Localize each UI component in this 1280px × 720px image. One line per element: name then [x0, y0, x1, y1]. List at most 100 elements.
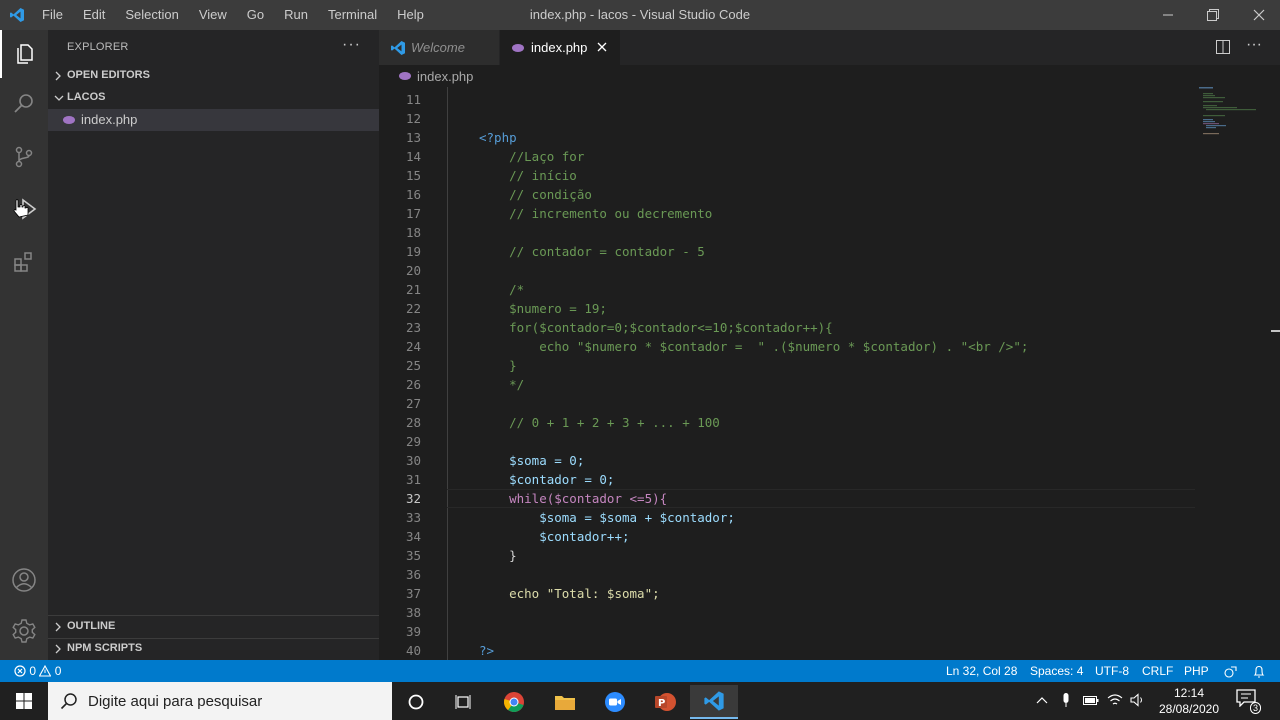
breadcrumb-file[interactable]: index.php — [417, 69, 473, 84]
taskbar-clock[interactable]: 12:14 28/08/2020 — [1150, 685, 1228, 717]
code-editor[interactable]: 11 12 13 <?php 14 //Laço for 15 // início… — [379, 87, 1280, 660]
close-window-button[interactable] — [1236, 0, 1280, 30]
accounts-button[interactable] — [0, 556, 48, 604]
npm-scripts-section[interactable]: NPM SCRIPTS — [48, 638, 379, 660]
extensions-button[interactable] — [0, 238, 48, 286]
problems-indicator[interactable]: 0 0 — [14, 664, 61, 678]
code-line: 25 } — [379, 356, 1280, 375]
code-line: 35 } — [379, 546, 1280, 565]
code-line: 34 $contador++; — [379, 527, 1280, 546]
start-button[interactable] — [0, 682, 48, 720]
code-line: 21 /* — [379, 280, 1280, 299]
activity-bar — [0, 30, 48, 660]
tab-welcome-label: Welcome — [411, 40, 465, 55]
tab-welcome[interactable]: Welcome — [379, 30, 499, 65]
menu-view[interactable]: View — [189, 0, 237, 30]
cortana-icon — [408, 694, 424, 710]
vscode-logo-icon — [391, 41, 405, 55]
menu-run[interactable]: Run — [274, 0, 318, 30]
error-count: 0 — [29, 664, 37, 678]
wifi-icon[interactable] — [1107, 693, 1123, 707]
powerpoint-app[interactable]: P — [641, 685, 689, 719]
microphone-icon[interactable] — [1061, 692, 1071, 708]
line-number: 26 — [405, 377, 421, 392]
chevron-up-icon[interactable] — [1036, 695, 1048, 705]
line-code: } — [479, 358, 517, 373]
code-line: 40 ?> — [379, 641, 1280, 660]
bell-icon[interactable] — [1253, 665, 1265, 678]
language-mode[interactable]: PHP — [1184, 664, 1209, 678]
file-explorer-app[interactable] — [541, 685, 589, 719]
minimize-button[interactable] — [1145, 0, 1191, 30]
menu-selection[interactable]: Selection — [115, 0, 188, 30]
split-editor-icon[interactable] — [1216, 40, 1230, 54]
menu-terminal[interactable]: Terminal — [318, 0, 387, 30]
code-line: 19 // contador = contador - 5 — [379, 242, 1280, 261]
warning-icon — [38, 664, 52, 677]
search-placeholder: Digite aqui para pesquisar — [88, 693, 263, 710]
tab-index-php[interactable]: index.php — [500, 30, 620, 65]
line-number: 15 — [405, 168, 421, 183]
close-tab-icon[interactable] — [597, 42, 607, 52]
menu-file[interactable]: File — [32, 0, 73, 30]
code-line: 33 $soma = $soma + $contador; — [379, 508, 1280, 527]
source-control-button[interactable] — [0, 133, 48, 181]
line-number: 24 — [405, 339, 421, 354]
zoom-app[interactable] — [591, 685, 639, 719]
run-debug-button[interactable] — [0, 185, 48, 233]
volume-icon[interactable] — [1130, 693, 1146, 707]
php-icon — [399, 72, 411, 80]
chrome-app[interactable] — [490, 685, 538, 719]
end-of-line[interactable]: CRLF — [1142, 664, 1173, 678]
line-number: 39 — [405, 624, 421, 639]
chevron-right-icon — [55, 622, 61, 632]
menu-help[interactable]: Help — [387, 0, 434, 30]
cursor-position[interactable]: Ln 32, Col 28 — [946, 664, 1017, 678]
line-code: // incremento ou decremento — [479, 206, 713, 221]
outline-section[interactable]: OUTLINE — [48, 616, 379, 638]
code-line: 30 $soma = 0; — [379, 451, 1280, 470]
line-number: 11 — [405, 92, 421, 107]
restore-button[interactable] — [1190, 0, 1236, 30]
outline-label: OUTLINE — [67, 620, 116, 632]
feedback-icon[interactable] — [1224, 665, 1237, 678]
scrollbar-cursor-marker — [1271, 330, 1280, 332]
folder-section[interactable]: LACOS — [48, 87, 379, 109]
status-bar: 0 0 Ln 32, Col 28 Spaces: 4 UTF-8 CRLF P… — [0, 660, 1280, 682]
notification-badge: 3 — [1250, 702, 1262, 714]
open-editors-section[interactable]: OPEN EDITORS — [48, 65, 379, 87]
manage-button[interactable] — [0, 607, 48, 655]
menu-go[interactable]: Go — [237, 0, 274, 30]
line-code: // contador = contador - 5 — [479, 244, 705, 259]
encoding[interactable]: UTF-8 — [1095, 664, 1129, 678]
code-line: 27 — [379, 394, 1280, 413]
sidebar-title: EXPLORER — [67, 41, 129, 53]
line-code: while($contador <=5){ — [479, 491, 668, 506]
minimap[interactable] — [1199, 87, 1269, 147]
more-actions-icon[interactable]: ··· — [1246, 36, 1262, 54]
line-code: // 0 + 1 + 2 + 3 + ... + 100 — [479, 415, 720, 430]
cortana-button[interactable] — [392, 685, 440, 719]
line-code: /* — [479, 282, 525, 297]
task-view-button[interactable] — [440, 685, 488, 719]
menu-edit[interactable]: Edit — [73, 0, 115, 30]
run-debug-icon — [13, 198, 37, 220]
vscode-app[interactable] — [690, 685, 738, 719]
indentation[interactable]: Spaces: 4 — [1030, 664, 1083, 678]
explorer-button[interactable] — [0, 30, 48, 78]
line-code: $soma = $soma + $contador; — [479, 510, 735, 525]
line-number: 29 — [405, 434, 421, 449]
line-number: 25 — [405, 358, 421, 373]
menu-bar: File Edit Selection View Go Run Terminal… — [32, 0, 434, 30]
code-line: 37 echo "Total: $soma"; — [379, 584, 1280, 603]
action-center-button[interactable]: 3 — [1236, 689, 1262, 714]
line-code: <?php — [479, 130, 517, 145]
line-number: 21 — [405, 282, 421, 297]
sidebar-more-actions[interactable]: ··· — [342, 36, 361, 54]
line-code: //Laço for — [479, 149, 585, 164]
code-line: 11 — [379, 90, 1280, 109]
file-item-index-php[interactable]: index.php — [48, 109, 379, 131]
taskbar-search-box[interactable]: Digite aqui para pesquisar — [48, 682, 392, 720]
search-view-button[interactable] — [0, 80, 48, 128]
battery-icon[interactable] — [1083, 694, 1099, 706]
